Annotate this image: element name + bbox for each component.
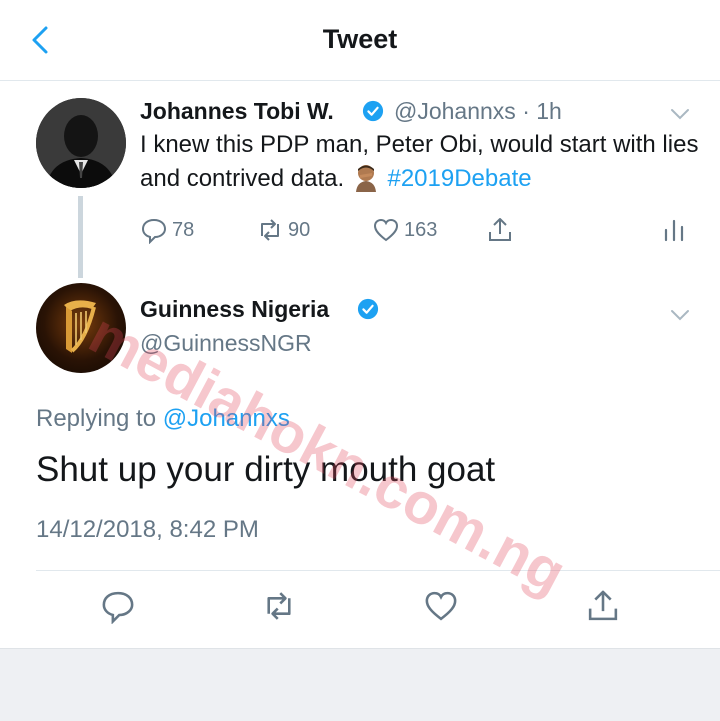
- tweet-text: Shut up your dirty mouth goat: [36, 450, 496, 489]
- man-facepalming-emoji-icon: [355, 165, 376, 192]
- analytics-button[interactable]: [660, 215, 692, 245]
- reply-button[interactable]: 78: [140, 215, 194, 245]
- analytics-icon: [664, 219, 684, 242]
- tweet-timestamp: 14/12/2018, 8:42 PM: [36, 516, 259, 543]
- like-count: 163: [404, 218, 438, 241]
- author-handle-text[interactable]: @Johannxs: [394, 98, 516, 124]
- heart-icon: [373, 218, 399, 242]
- verified-badge-icon: [357, 298, 379, 320]
- heart-icon[interactable]: [423, 588, 459, 624]
- retweet-count: 90: [288, 218, 311, 241]
- mention-link[interactable]: @Johannxs: [163, 405, 290, 432]
- tweet-age: · 1h: [522, 98, 562, 124]
- author-handle: @Johannxs · 1h: [394, 98, 562, 125]
- footer-bar: [0, 648, 720, 721]
- page-title: Tweet: [322, 24, 398, 54]
- harp-logo-icon: [64, 300, 96, 353]
- retweet-button[interactable]: 90: [256, 215, 310, 245]
- author-name[interactable]: Guinness Nigeria: [140, 296, 329, 323]
- reply-icon: [141, 218, 167, 244]
- retweet-icon: [261, 219, 279, 241]
- share-icon[interactable]: [585, 588, 621, 624]
- divider: [36, 570, 720, 571]
- replying-to: Replying to @Johannxs: [36, 405, 290, 433]
- verified-badge-icon: [362, 100, 384, 122]
- reply-icon[interactable]: [100, 588, 136, 624]
- chevron-down-icon[interactable]: [668, 102, 692, 126]
- reply-count: 78: [172, 218, 195, 241]
- avatar-guinness[interactable]: [36, 283, 126, 373]
- share-icon: [489, 218, 511, 241]
- thread-line: [78, 196, 83, 278]
- author-name[interactable]: Johannes Tobi W.: [140, 98, 334, 125]
- tweet-text: I knew this PDP man, Peter Obi, would st…: [140, 128, 700, 196]
- like-button[interactable]: 163: [372, 215, 437, 245]
- avatar-johannes[interactable]: [36, 98, 126, 188]
- top-bar: Tweet: [0, 0, 720, 81]
- share-button[interactable]: [486, 215, 518, 245]
- hashtag-link[interactable]: #2019Debate: [387, 165, 531, 192]
- author-handle[interactable]: @GuinnessNGR: [140, 330, 312, 357]
- retweet-icon[interactable]: [261, 588, 297, 624]
- replying-to-label: Replying to: [36, 405, 157, 432]
- chevron-down-icon[interactable]: [668, 303, 692, 327]
